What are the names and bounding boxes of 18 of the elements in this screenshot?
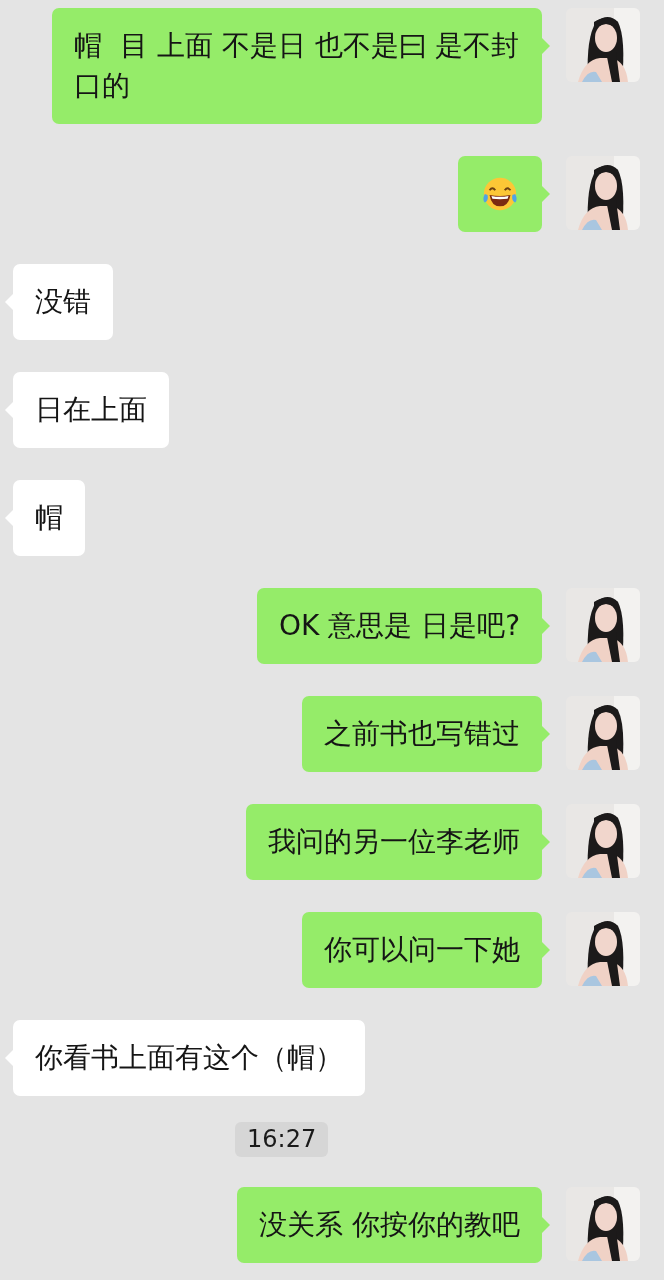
message-bubble: 帽 (13, 480, 85, 556)
message-bubble: 日在上面 (13, 372, 169, 448)
message-bubble: 你可以问一下她 (302, 912, 542, 988)
bubble-tail (542, 942, 550, 958)
bubble-tail (542, 1217, 550, 1233)
laughing-face-icon (481, 175, 519, 213)
message-bubble: 没错 (13, 264, 113, 340)
timestamp: 16:27 (235, 1122, 329, 1157)
message-bubble: 帽 目 上面 不是日 也不是曰 是不封口的 (52, 8, 542, 124)
bubble-tail (542, 834, 550, 850)
bubble-tail (542, 38, 550, 54)
message-bubble: 之前书也写错过 (302, 696, 542, 772)
message-bubble: 我问的另一位李老师 (246, 804, 542, 880)
message-bubble: OK 意思是 日是吧? (256, 588, 542, 664)
message-bubble: 你看书上面有这个（帽） (13, 1020, 365, 1096)
bubble-tail (542, 726, 550, 742)
message-bubble: 没关系 你按你的教吧 (237, 1187, 542, 1263)
bubble-tail (542, 618, 550, 634)
